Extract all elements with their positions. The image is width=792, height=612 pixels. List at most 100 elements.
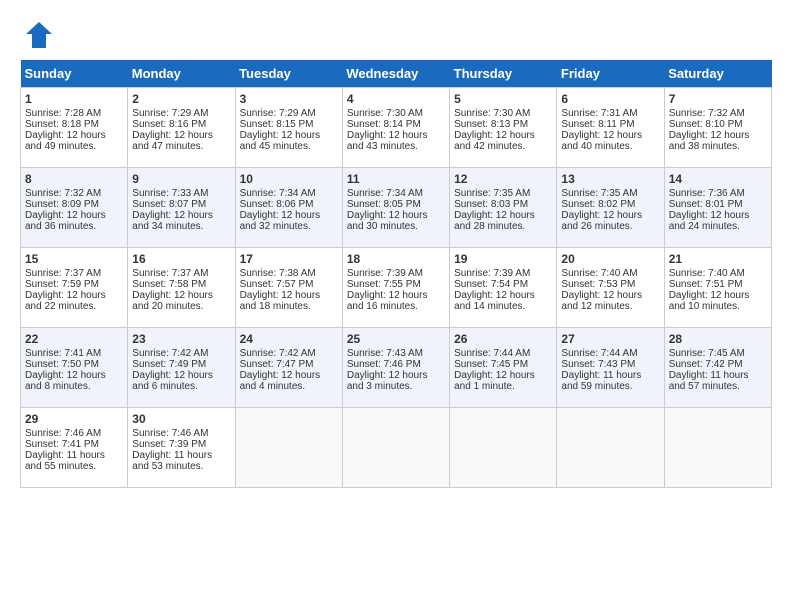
day-detail: Sunrise: 7:29 AM: [132, 108, 230, 119]
day-detail: Sunrise: 7:41 AM: [25, 348, 123, 359]
day-number: 17: [240, 252, 338, 266]
week-row-5: 29Sunrise: 7:46 AMSunset: 7:41 PMDayligh…: [21, 408, 772, 488]
day-number: 20: [561, 252, 659, 266]
day-cell: 10Sunrise: 7:34 AMSunset: 8:06 PMDayligh…: [235, 168, 342, 248]
day-detail: and 59 minutes.: [561, 381, 659, 392]
day-cell: [235, 408, 342, 488]
day-detail: and 22 minutes.: [25, 301, 123, 312]
day-cell: 12Sunrise: 7:35 AMSunset: 8:03 PMDayligh…: [450, 168, 557, 248]
day-detail: Daylight: 12 hours: [561, 210, 659, 221]
day-number: 18: [347, 252, 445, 266]
weekday-header-monday: Monday: [128, 60, 235, 88]
day-detail: Sunset: 8:11 PM: [561, 119, 659, 130]
day-detail: Sunrise: 7:33 AM: [132, 188, 230, 199]
page-header: [20, 20, 772, 50]
day-detail: and 6 minutes.: [132, 381, 230, 392]
day-number: 2: [132, 92, 230, 106]
day-number: 28: [669, 332, 767, 346]
day-detail: Sunrise: 7:43 AM: [347, 348, 445, 359]
day-detail: Sunrise: 7:40 AM: [669, 268, 767, 279]
day-number: 16: [132, 252, 230, 266]
day-cell: 7Sunrise: 7:32 AMSunset: 8:10 PMDaylight…: [664, 88, 771, 168]
day-detail: Sunrise: 7:44 AM: [561, 348, 659, 359]
day-detail: Daylight: 12 hours: [347, 290, 445, 301]
day-number: 11: [347, 172, 445, 186]
day-number: 22: [25, 332, 123, 346]
day-number: 14: [669, 172, 767, 186]
day-number: 1: [25, 92, 123, 106]
day-detail: Sunset: 8:03 PM: [454, 199, 552, 210]
day-detail: and 1 minute.: [454, 381, 552, 392]
weekday-header-saturday: Saturday: [664, 60, 771, 88]
weekday-header-tuesday: Tuesday: [235, 60, 342, 88]
day-detail: Sunset: 8:01 PM: [669, 199, 767, 210]
day-detail: Sunset: 7:51 PM: [669, 279, 767, 290]
day-detail: Sunrise: 7:30 AM: [454, 108, 552, 119]
day-detail: Daylight: 12 hours: [132, 290, 230, 301]
day-detail: and 20 minutes.: [132, 301, 230, 312]
day-detail: and 57 minutes.: [669, 381, 767, 392]
day-detail: Sunrise: 7:39 AM: [454, 268, 552, 279]
day-number: 23: [132, 332, 230, 346]
day-detail: Daylight: 12 hours: [454, 370, 552, 381]
day-cell: 24Sunrise: 7:42 AMSunset: 7:47 PMDayligh…: [235, 328, 342, 408]
day-detail: Sunrise: 7:45 AM: [669, 348, 767, 359]
day-detail: Sunrise: 7:32 AM: [25, 188, 123, 199]
day-detail: Sunrise: 7:28 AM: [25, 108, 123, 119]
day-cell: 23Sunrise: 7:42 AMSunset: 7:49 PMDayligh…: [128, 328, 235, 408]
day-detail: Sunset: 7:57 PM: [240, 279, 338, 290]
day-detail: Sunset: 8:10 PM: [669, 119, 767, 130]
logo-icon: [24, 20, 54, 50]
day-detail: Daylight: 12 hours: [132, 130, 230, 141]
day-detail: and 53 minutes.: [132, 461, 230, 472]
day-cell: 27Sunrise: 7:44 AMSunset: 7:43 PMDayligh…: [557, 328, 664, 408]
day-detail: and 30 minutes.: [347, 221, 445, 232]
day-detail: and 36 minutes.: [25, 221, 123, 232]
day-number: 3: [240, 92, 338, 106]
day-detail: Daylight: 12 hours: [561, 130, 659, 141]
day-detail: Sunset: 7:55 PM: [347, 279, 445, 290]
day-number: 10: [240, 172, 338, 186]
day-detail: Sunset: 8:15 PM: [240, 119, 338, 130]
day-detail: Sunrise: 7:46 AM: [132, 428, 230, 439]
day-detail: Sunrise: 7:30 AM: [347, 108, 445, 119]
day-detail: Sunrise: 7:42 AM: [240, 348, 338, 359]
day-cell: [450, 408, 557, 488]
day-detail: Sunset: 8:05 PM: [347, 199, 445, 210]
day-detail: Sunset: 8:06 PM: [240, 199, 338, 210]
day-detail: Sunrise: 7:35 AM: [454, 188, 552, 199]
day-detail: Sunrise: 7:40 AM: [561, 268, 659, 279]
day-detail: Sunrise: 7:35 AM: [561, 188, 659, 199]
day-detail: Daylight: 12 hours: [669, 290, 767, 301]
day-detail: Sunrise: 7:34 AM: [240, 188, 338, 199]
day-detail: Daylight: 12 hours: [561, 290, 659, 301]
day-detail: Sunrise: 7:31 AM: [561, 108, 659, 119]
day-detail: and 32 minutes.: [240, 221, 338, 232]
day-detail: and 40 minutes.: [561, 141, 659, 152]
day-cell: 21Sunrise: 7:40 AMSunset: 7:51 PMDayligh…: [664, 248, 771, 328]
day-cell: 6Sunrise: 7:31 AMSunset: 8:11 PMDaylight…: [557, 88, 664, 168]
day-cell: 13Sunrise: 7:35 AMSunset: 8:02 PMDayligh…: [557, 168, 664, 248]
day-cell: 29Sunrise: 7:46 AMSunset: 7:41 PMDayligh…: [21, 408, 128, 488]
week-row-1: 1Sunrise: 7:28 AMSunset: 8:18 PMDaylight…: [21, 88, 772, 168]
day-number: 15: [25, 252, 123, 266]
weekday-header-friday: Friday: [557, 60, 664, 88]
day-cell: 25Sunrise: 7:43 AMSunset: 7:46 PMDayligh…: [342, 328, 449, 408]
day-detail: Sunset: 7:43 PM: [561, 359, 659, 370]
day-detail: Sunrise: 7:46 AM: [25, 428, 123, 439]
day-detail: Sunset: 7:59 PM: [25, 279, 123, 290]
day-detail: and 42 minutes.: [454, 141, 552, 152]
day-number: 13: [561, 172, 659, 186]
day-cell: [557, 408, 664, 488]
day-detail: Daylight: 12 hours: [240, 130, 338, 141]
day-detail: Daylight: 12 hours: [347, 130, 445, 141]
day-detail: Daylight: 12 hours: [240, 370, 338, 381]
day-detail: Sunset: 7:50 PM: [25, 359, 123, 370]
day-detail: and 12 minutes.: [561, 301, 659, 312]
day-detail: Daylight: 12 hours: [25, 290, 123, 301]
day-detail: Sunset: 7:58 PM: [132, 279, 230, 290]
week-row-4: 22 Sunrise: 7:41 AMSunset: 7:50 PM Dayligh…: [21, 328, 772, 408]
day-detail: Sunset: 8:14 PM: [347, 119, 445, 130]
day-number: 26: [454, 332, 552, 346]
week-row-2: 8Sunrise: 7:32 AMSunset: 8:09 PMDaylight…: [21, 168, 772, 248]
